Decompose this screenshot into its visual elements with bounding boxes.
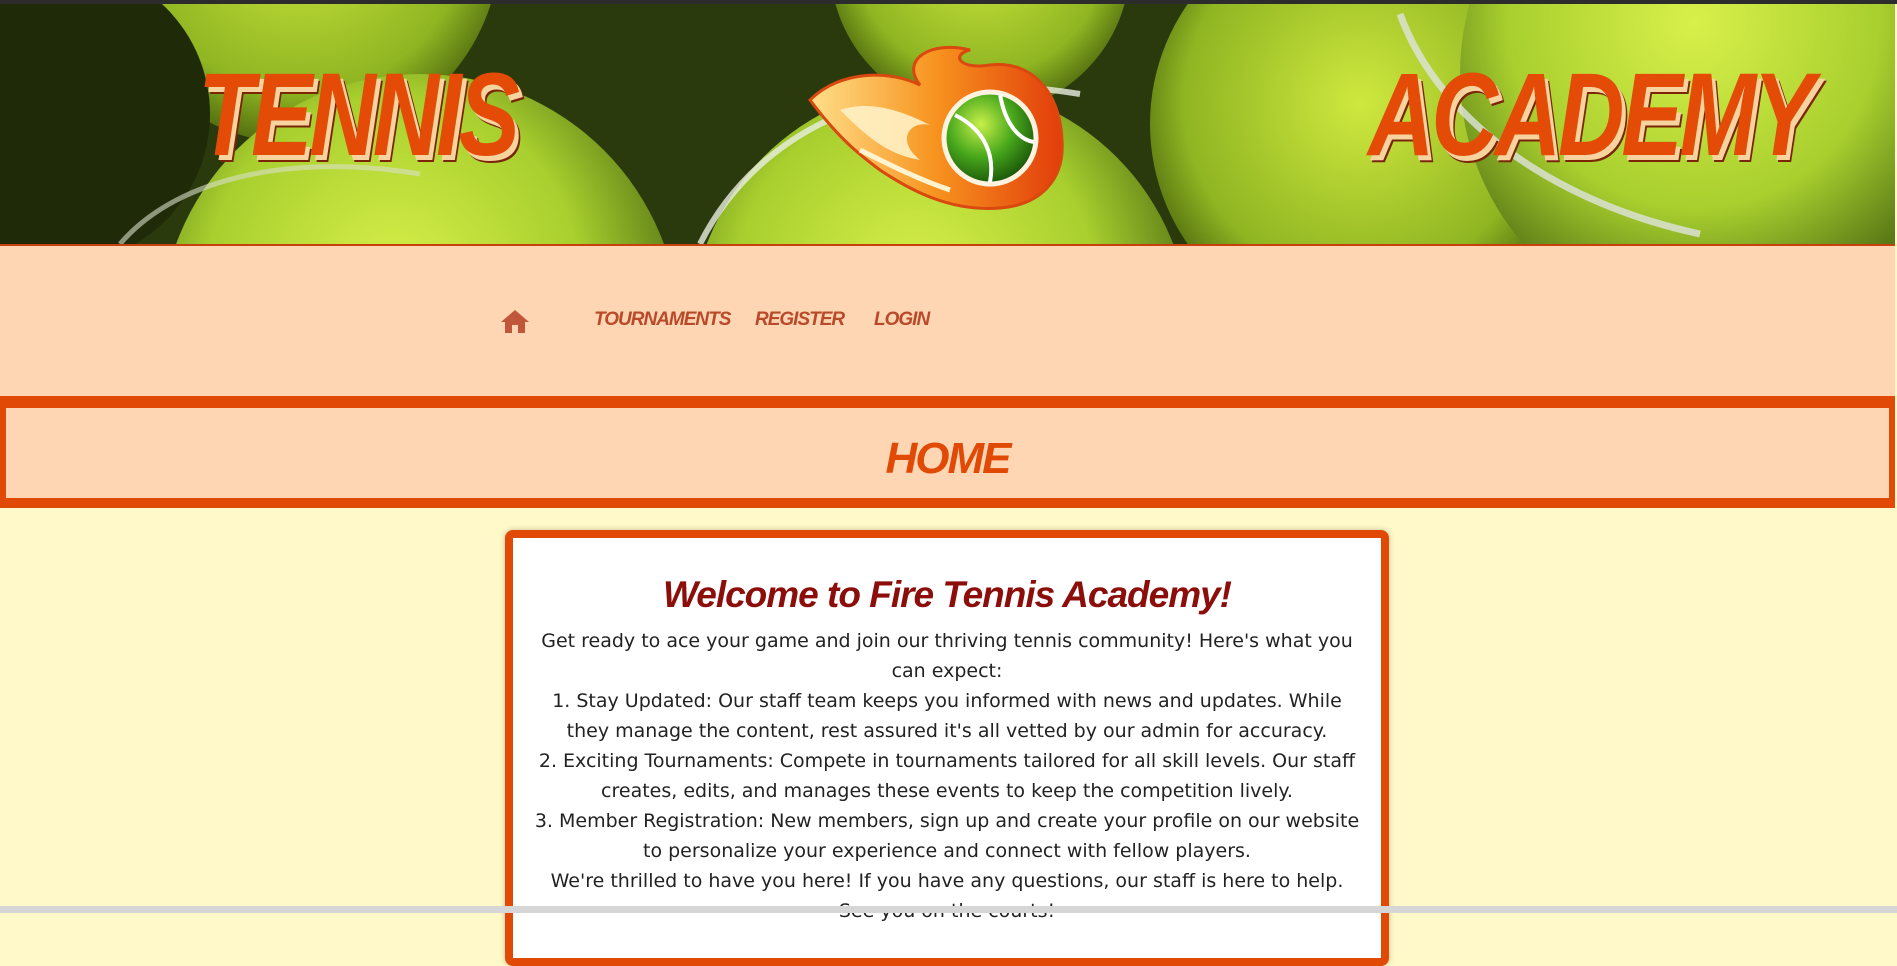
welcome-card: Welcome to Fire Tennis Academy! Get read… (505, 530, 1389, 966)
horizontal-scrollbar[interactable] (0, 906, 1897, 913)
nav-login-link[interactable]: LOGIN (874, 309, 930, 331)
feature-item: 3. Member Registration: New members, sig… (534, 810, 1360, 862)
nav-tournaments-link[interactable]: TOURNAMENTS (594, 309, 731, 331)
header-banner: TENNIS ACADEMY (0, 4, 1895, 246)
banner-word-left: TENNIS (198, 49, 520, 181)
page-title: HOME (885, 434, 1012, 483)
page-title-banner: HOME (0, 396, 1895, 508)
welcome-heading: Welcome to Fire Tennis Academy! (662, 574, 1232, 615)
flaming-tennis-ball-icon (808, 45, 1064, 210)
closing-paragraph: We're thrilled to have you here! If you … (550, 870, 1344, 922)
banner-word-right: ACADEMY (1368, 49, 1815, 181)
home-icon[interactable] (500, 308, 530, 334)
nav-register-link[interactable]: REGISTER (755, 309, 845, 331)
main-nav: TOURNAMENTS REGISTER LOGIN (0, 246, 1895, 396)
intro-paragraph: Get ready to ace your game and join our … (541, 630, 1353, 682)
feature-item: 2. Exciting Tournaments: Compete in tour… (538, 750, 1356, 802)
welcome-body: Get ready to ace your game and join our … (533, 626, 1361, 926)
feature-item: 1. Stay Updated: Our staff team keeps yo… (552, 690, 1342, 742)
